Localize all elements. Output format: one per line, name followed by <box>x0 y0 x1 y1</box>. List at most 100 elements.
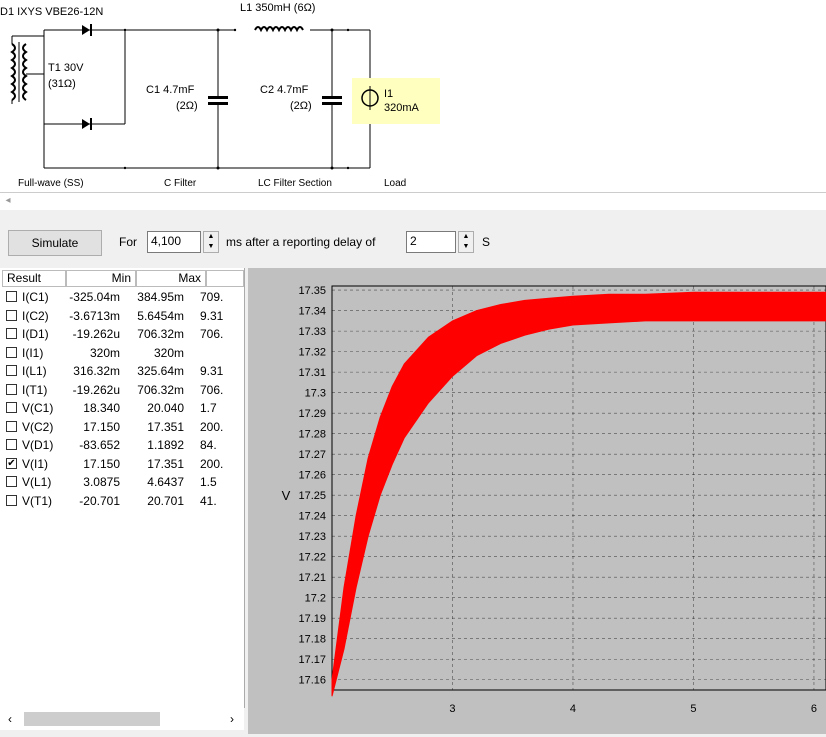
result-name: V(C2) <box>22 419 54 434</box>
result-min: -20.701 <box>79 493 120 508</box>
result-name: I(T1) <box>22 382 48 397</box>
result-extra: 706. <box>200 327 224 341</box>
result-checkbox[interactable] <box>6 309 17 321</box>
duration-input[interactable]: 4,100 <box>147 231 201 253</box>
waveform-chart[interactable]: 17.35 17.34 17.33 17.32 17.31 17.3 17.29 17.28 1… <box>248 268 826 734</box>
result-row[interactable]: ✔ V(I1) 17.150 17.351 200. <box>0 455 244 474</box>
result-max: 4.6437 <box>147 475 184 489</box>
result-name: I(I1) <box>22 345 44 360</box>
y-tick-label: 17.22 <box>298 552 326 564</box>
result-row[interactable]: V(D1) -83.652 1.1892 84. <box>0 436 244 455</box>
result-checkbox[interactable] <box>6 476 17 487</box>
column-header-max[interactable]: Max <box>136 270 206 287</box>
result-extra: 200. <box>200 419 224 434</box>
result-name: V(C1) <box>22 401 54 415</box>
circuit-diagram <box>10 24 440 170</box>
result-checkbox[interactable] <box>6 383 17 395</box>
y-tick-label: 17.2 <box>305 593 326 605</box>
simulation-controls: Simulate For 4,100 ▲ ▼ ms after a reporti… <box>0 222 826 262</box>
t1-label: T1 30V <box>48 62 84 74</box>
y-tick-label: 17.25 <box>298 490 326 502</box>
spin-down-icon[interactable]: ▼ <box>459 242 473 252</box>
y-tick-label: 17.34 <box>298 306 326 318</box>
result-row[interactable]: V(L1) 3.0875 4.6437 1.5 <box>0 473 244 492</box>
column-header-result[interactable]: Result <box>2 270 66 287</box>
result-name: V(I1) <box>22 456 49 471</box>
results-list[interactable]: Result Min Max I(C1) -325.04m 384.95m 709. I… <box>0 268 245 708</box>
result-min: 17.150 <box>83 419 120 434</box>
result-name: V(D1) <box>22 438 54 452</box>
column-header-min[interactable]: Min <box>66 270 136 287</box>
schematic-canvas[interactable]: D1 IXYS VBE26-12N T1 30V (31Ω) L1 350mH … <box>0 0 826 192</box>
section-label-load: Load <box>384 178 407 189</box>
result-row[interactable]: I(L1) 316.32m 325.64m 9.31 <box>0 362 244 381</box>
result-checkbox[interactable] <box>6 291 17 302</box>
result-row[interactable]: V(C1) 18.340 20.040 1.7 <box>0 399 244 418</box>
result-name: V(T1) <box>22 493 52 508</box>
result-checkbox[interactable]: ✔ <box>6 457 17 469</box>
c1-resistance: (2Ω) <box>176 100 198 112</box>
c1-label: C1 4.7mF <box>146 84 195 96</box>
schematic-horizontal-scrollbar[interactable]: ◂ <box>0 192 826 210</box>
result-row[interactable]: V(C2) 17.150 17.351 200. <box>0 418 244 437</box>
y-tick-label: 17.27 <box>298 449 326 461</box>
transformer-label: D1 IXYS VBE26-12N <box>0 6 104 18</box>
result-extra: 1.5 <box>200 475 217 489</box>
section-label-cfilter: C Filter <box>164 178 197 189</box>
section-label-fullwave: Full-wave (SS) <box>18 178 84 189</box>
result-row[interactable]: I(C1) -325.04m 384.95m 709. <box>0 288 244 307</box>
result-row[interactable]: I(D1) -19.262u 706.32m 706. <box>0 325 244 344</box>
result-checkbox[interactable] <box>6 494 17 506</box>
duration-spinner[interactable]: ▲ ▼ <box>203 231 219 253</box>
y-tick-label: 17.16 <box>298 675 326 687</box>
x-tick-label: 6 <box>811 703 817 715</box>
x-tick-label: 5 <box>690 703 696 715</box>
y-tick-label: 17.28 <box>298 429 326 441</box>
result-row[interactable]: I(I1) 320m 320m <box>0 344 244 363</box>
result-row[interactable]: I(C2) -3.6713m 5.6454m 9.31 <box>0 307 244 326</box>
i1-value: 320mA <box>384 102 419 114</box>
result-row[interactable]: I(T1) -19.262u 706.32m 706. <box>0 381 244 400</box>
y-tick-label: 17.35 <box>298 285 326 297</box>
scroll-thumb[interactable] <box>24 712 160 726</box>
scroll-left-icon[interactable]: ‹ <box>2 710 18 728</box>
spin-up-icon[interactable]: ▲ <box>459 232 473 242</box>
result-extra: 84. <box>200 438 217 452</box>
y-axis-label: V <box>282 488 291 503</box>
result-min: 3.0875 <box>83 475 120 489</box>
for-label: For <box>119 235 137 249</box>
result-checkbox[interactable] <box>6 346 17 358</box>
l1-label: L1 350mH (6Ω) <box>240 2 316 14</box>
results-horizontal-scrollbar[interactable]: ‹ › <box>0 708 244 730</box>
spin-up-icon[interactable]: ▲ <box>204 232 218 242</box>
plot-area <box>331 285 826 691</box>
t1-resistance: (31Ω) <box>48 78 76 90</box>
c2-resistance: (2Ω) <box>290 100 312 112</box>
scroll-right-icon[interactable]: › <box>224 710 240 728</box>
result-max: 17.351 <box>147 419 184 434</box>
y-tick-label: 17.19 <box>298 613 326 625</box>
result-min: -19.262u <box>72 327 120 341</box>
result-checkbox[interactable] <box>6 328 17 339</box>
result-max: 320m <box>153 345 184 360</box>
result-row[interactable]: V(T1) -20.701 20.701 41. <box>0 492 244 511</box>
result-checkbox[interactable] <box>6 439 17 450</box>
y-tick-label: 17.32 <box>298 347 326 359</box>
c2-label: C2 4.7mF <box>260 84 309 96</box>
spin-down-icon[interactable]: ▼ <box>204 242 218 252</box>
simulate-button[interactable]: Simulate <box>8 230 102 256</box>
result-checkbox[interactable] <box>6 365 17 376</box>
result-name: V(L1) <box>22 475 52 489</box>
result-min: -19.262u <box>72 382 120 397</box>
result-name: I(D1) <box>22 327 49 341</box>
result-extra: 9.31 <box>200 308 224 323</box>
result-min: 18.340 <box>83 401 120 415</box>
result-checkbox[interactable] <box>6 420 17 432</box>
delay-spinner[interactable]: ▲ ▼ <box>458 231 474 253</box>
y-tick-label: 17.21 <box>298 572 326 584</box>
scroll-left-arrow-icon[interactable]: ◂ <box>0 193 16 209</box>
result-checkbox[interactable] <box>6 402 17 413</box>
ms-delay-label: ms after a reporting delay of <box>226 235 376 249</box>
delay-input[interactable]: 2 <box>406 231 456 253</box>
column-header-extra[interactable] <box>206 270 244 287</box>
